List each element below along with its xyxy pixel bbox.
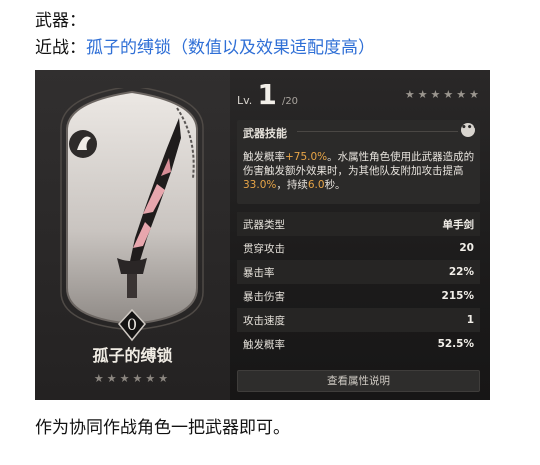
stat-label: 暴击率 (243, 266, 275, 279)
card-rarity-stars: ★★★★★★ (93, 372, 172, 385)
skill-seg6: 6.0 (307, 179, 325, 191)
stat-row: 暴击伤害 215% (237, 284, 480, 308)
stat-label: 贯穿攻击 (243, 242, 285, 255)
stat-row: 触发概率 52.5% (237, 332, 480, 356)
stats-table: 武器类型 单手剑 贯穿攻击 20 暴击率 22% 暴击伤害 215% 攻击速度 1 触发概… (237, 212, 480, 356)
skill-seg4: 33.0% (243, 179, 277, 191)
more-options-icon[interactable]: ••• (461, 123, 478, 137)
stat-row: 贯穿攻击 20 (237, 236, 480, 260)
skill-seg5: ，持续 (276, 179, 308, 191)
weapon-level: Lv. 1 /20 (237, 78, 298, 111)
svg-text:0: 0 (127, 315, 137, 334)
level-max: /20 (281, 96, 299, 107)
weapon-panel: 0 孤子的缚锁 ★★★★★★ Lv. 1 /20 ★★★★★★ 武器技能 •••… (35, 70, 490, 400)
weapon-card-area: 0 孤子的缚锁 ★★★★★★ (35, 70, 230, 400)
level-number: 1 (257, 78, 277, 111)
rarity-stars: ★★★★★★ (404, 88, 482, 101)
stat-value: 22% (448, 266, 474, 278)
weapon-card[interactable]: 0 (47, 88, 217, 362)
stat-row: 暴击率 22% (237, 260, 480, 284)
skill-title: 武器技能 (243, 127, 287, 140)
stat-value: 52.5% (437, 338, 474, 350)
weapon-heading: 武器： (35, 11, 86, 31)
weapon-card-art: 0 (60, 88, 204, 342)
skill-seg7: 秒。 (324, 179, 346, 191)
stat-value: 20 (459, 242, 474, 254)
stat-label: 武器类型 (243, 218, 285, 231)
stat-row: 武器类型 单手剑 (237, 212, 480, 236)
weapon-name: 孤子的缚锁 (92, 346, 173, 365)
stat-row: 攻击速度 1 (237, 308, 480, 332)
melee-line: 近战：孤子的缚锁（数值以及效果适配度高） (35, 33, 375, 58)
weapon-info: Lv. 1 /20 ★★★★★★ 武器技能 ••• 触发概率+75.0%。水属性… (230, 70, 490, 400)
skill-description: 触发概率+75.0%。水属性角色使用此武器造成的伤害触发额外效果时，为其他队友附… (243, 150, 477, 192)
melee-prefix: 近战： (35, 38, 86, 58)
advice-text: 作为协同作战角色一把武器即可。 (35, 418, 290, 438)
skill-box: 武器技能 ••• 触发概率+75.0%。水属性角色使用此武器造成的伤害触发额外效… (237, 120, 480, 204)
stat-value: 1 (466, 314, 474, 326)
stat-label: 攻击速度 (243, 314, 285, 327)
skill-seg1: 触发概率 (243, 151, 285, 163)
level-prefix: Lv. (237, 94, 253, 107)
stat-value: 单手剑 (442, 218, 475, 231)
skill-seg2: +75.0% (285, 151, 328, 163)
weapon-link[interactable]: 孤子的缚锁（数值以及效果适配度高） (86, 38, 375, 58)
view-attributes-button[interactable]: 查看属性说明 (237, 370, 480, 392)
stat-label: 暴击伤害 (243, 290, 285, 303)
skill-divider (297, 131, 458, 132)
stat-value: 215% (441, 290, 474, 302)
stat-label: 触发概率 (243, 338, 285, 351)
